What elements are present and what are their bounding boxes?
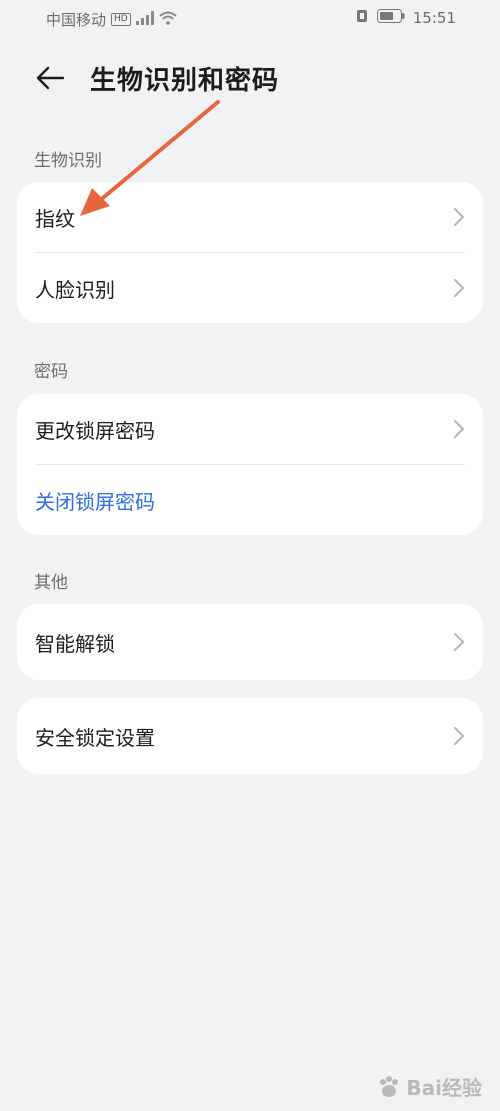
- chevron-right-icon: [454, 279, 464, 297]
- vibrate-icon: [355, 9, 369, 27]
- row-label: 智能解锁: [35, 631, 115, 656]
- page-title: 生物识别和密码: [90, 66, 280, 96]
- row-change-lock-password[interactable]: 更改锁屏密码: [17, 394, 483, 464]
- settings-screen: 中国移动 HD 15:51 生物识别和密码 生物识别 指纹 人脸识别 密码 更改…: [0, 0, 500, 1111]
- back-button[interactable]: [30, 58, 70, 98]
- status-bar-right: 15:51: [355, 9, 456, 27]
- wifi-icon: [159, 11, 177, 29]
- card-password: 更改锁屏密码 关闭锁屏密码: [17, 394, 483, 535]
- section-label-password: 密码: [34, 362, 68, 382]
- row-security-lock-settings[interactable]: 安全锁定设置: [17, 698, 483, 774]
- clock-time: 15:51: [412, 9, 456, 27]
- row-label: 更改锁屏密码: [35, 418, 155, 443]
- carrier-name: 中国移动: [46, 11, 107, 29]
- section-label-other: 其他: [34, 573, 68, 593]
- row-label: 指纹: [35, 206, 75, 231]
- row-face-recognition[interactable]: 人脸识别: [17, 253, 483, 323]
- cellular-signal-icon: [135, 10, 154, 29]
- card-biometrics: 指纹 人脸识别: [17, 182, 483, 323]
- row-label: 人脸识别: [35, 277, 115, 302]
- chevron-right-icon: [454, 420, 464, 438]
- chevron-right-icon: [454, 208, 464, 226]
- page-header: 生物识别和密码: [0, 52, 500, 102]
- hd-badge: HD: [111, 13, 131, 26]
- chevron-right-icon: [454, 633, 464, 651]
- watermark-text: Bai经验: [406, 1076, 482, 1100]
- arrow-left-icon: [36, 66, 65, 90]
- section-label-biometrics: 生物识别: [34, 151, 102, 171]
- card-security-lock: 安全锁定设置: [17, 698, 483, 774]
- status-bar: 中国移动 HD 15:51: [0, 0, 500, 38]
- row-fingerprint[interactable]: 指纹: [17, 182, 483, 252]
- card-other: 智能解锁: [17, 604, 483, 680]
- row-label: 安全锁定设置: [35, 725, 155, 750]
- row-smart-unlock[interactable]: 智能解锁: [17, 604, 483, 680]
- baidu-jingyan-watermark: Bai经验: [376, 1072, 482, 1101]
- row-disable-lock-password[interactable]: 关闭锁屏密码: [17, 465, 483, 535]
- paw-logo-icon: [380, 1075, 399, 1097]
- chevron-right-icon: [454, 727, 464, 745]
- battery-icon: [376, 9, 405, 27]
- status-bar-left: 中国移动 HD: [46, 9, 177, 30]
- row-label-link: 关闭锁屏密码: [35, 489, 155, 514]
